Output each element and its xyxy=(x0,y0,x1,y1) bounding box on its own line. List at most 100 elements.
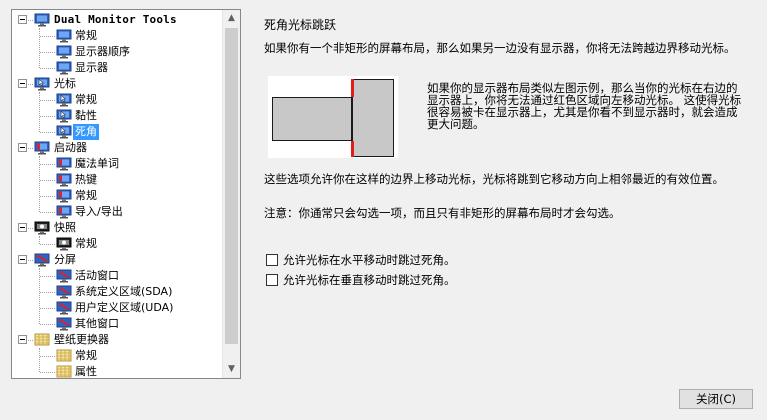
monitor-icon xyxy=(56,61,72,75)
tree-item[interactable]: 常规 xyxy=(12,28,225,44)
tree-category[interactable]: Dual Monitor Tools xyxy=(12,12,225,28)
tree-item[interactable]: 系统定义区域(SDA) xyxy=(12,284,225,300)
cursor-monitor-icon xyxy=(56,125,72,139)
tree-item-label[interactable]: 活动窗口 xyxy=(73,268,121,284)
tree-connector xyxy=(40,164,55,165)
scroll-thumb[interactable] xyxy=(225,28,238,344)
tree-item-label[interactable]: 壁纸更换器 xyxy=(52,332,111,348)
left-monitor-shape xyxy=(272,97,352,141)
tree-connector xyxy=(40,180,55,181)
tree-item[interactable]: 常规 xyxy=(12,188,225,204)
options-explanation-text: 这些选项允许你在这样的边界上移动光标，光标将跳到它移动方向上相邻最近的有效位置。 xyxy=(264,172,724,186)
description-text: 如果你有一个非矩形的屏幕布局，那么如果另一边没有显示器，你将无法跨越边界移动光标… xyxy=(264,41,736,55)
tree-category[interactable]: 分屏 xyxy=(12,252,225,268)
tree-connector xyxy=(28,340,33,341)
tree-connector xyxy=(40,52,55,53)
tree-item[interactable]: 属性 xyxy=(12,364,225,378)
tree-connector xyxy=(40,36,55,37)
tree-connector xyxy=(40,372,55,373)
collapse-toggle-icon[interactable] xyxy=(18,15,27,24)
tree-connector xyxy=(40,244,55,245)
tree-item-label[interactable]: 常规 xyxy=(73,348,99,364)
tree-item[interactable]: 导入/导出 xyxy=(12,204,225,220)
tree-category[interactable]: 快照 xyxy=(12,220,225,236)
tree-item-label[interactable]: 分屏 xyxy=(52,252,78,268)
tree-item[interactable]: 常规 xyxy=(12,92,225,108)
tree-category[interactable]: 启动器 xyxy=(12,140,225,156)
collapse-toggle-icon[interactable] xyxy=(18,223,27,232)
tree-item-label[interactable]: 启动器 xyxy=(52,140,89,156)
tree-item-label[interactable]: 常规 xyxy=(73,28,99,44)
collapse-toggle-icon[interactable] xyxy=(18,143,27,152)
diagram-explanation-text: 如果你的显示器布局类似左图示例，那么当你的光标在右边的显示器上，你将无法通过红色… xyxy=(427,81,742,131)
scroll-up-arrow-icon[interactable]: ▲ xyxy=(223,10,240,27)
tree-item-label[interactable]: 黏性 xyxy=(73,108,99,124)
tree-item[interactable]: 死角 xyxy=(12,124,225,140)
tree-rows: Dual Monitor Tools 常规 显示器顺序 显示器 光标 常规 黏性 死角 启动器魔… xyxy=(12,10,223,378)
tree-connector xyxy=(40,276,55,277)
split-monitor-icon xyxy=(56,317,72,331)
tree-connector xyxy=(40,356,55,357)
tree-item-label[interactable]: 导入/导出 xyxy=(73,204,125,220)
tree-item[interactable]: 常规 xyxy=(12,236,225,252)
tree-connector xyxy=(40,100,55,101)
tree-item-label[interactable]: 常规 xyxy=(73,188,99,204)
cursor-monitor-icon xyxy=(56,109,72,123)
tree-item-label[interactable]: 热键 xyxy=(73,172,99,188)
tree-item[interactable]: 活动窗口 xyxy=(12,268,225,284)
tree-item[interactable]: 黏性 xyxy=(12,108,225,124)
checkbox-label[interactable]: 允许光标在垂直移动时跳过死角。 xyxy=(283,273,456,287)
tree-connector xyxy=(40,132,55,133)
camera-monitor-icon xyxy=(34,221,50,235)
tree-item[interactable]: 常规 xyxy=(12,348,225,364)
tree-connector xyxy=(28,148,33,149)
checkbox-label[interactable]: 允许光标在水平移动时跳过死角。 xyxy=(283,253,456,267)
tree-item-label[interactable]: 显示器 xyxy=(73,60,110,76)
tree-item-label[interactable]: 常规 xyxy=(73,92,99,108)
split-monitor-icon xyxy=(56,285,72,299)
settings-tree[interactable]: Dual Monitor Tools 常规 显示器顺序 显示器 光标 常规 黏性 死角 启动器魔… xyxy=(11,9,241,379)
collapse-toggle-icon[interactable] xyxy=(18,255,27,264)
dead-zone-top-marker xyxy=(351,79,354,97)
monitor-icon xyxy=(56,45,72,59)
tree-scrollbar[interactable]: ▲ ▼ xyxy=(222,10,240,378)
tree-item-label[interactable]: 魔法单词 xyxy=(73,156,121,172)
tree-item-label[interactable]: 属性 xyxy=(73,364,99,378)
checkbox-box[interactable] xyxy=(266,254,278,266)
collapse-toggle-icon[interactable] xyxy=(18,79,27,88)
scroll-down-arrow-icon[interactable]: ▼ xyxy=(223,361,240,378)
camera-monitor-icon xyxy=(56,237,72,251)
collapse-toggle-icon[interactable] xyxy=(18,335,27,344)
tree-item[interactable]: 用户定义区域(UDA) xyxy=(12,300,225,316)
tree-item[interactable]: 其他窗口 xyxy=(12,316,225,332)
tree-item-label[interactable]: Dual Monitor Tools xyxy=(52,12,179,28)
tree-connector xyxy=(28,260,33,261)
wallpaper-icon xyxy=(34,333,50,347)
close-button[interactable]: 关闭(C) xyxy=(679,389,753,409)
launcher-monitor-icon xyxy=(56,189,72,203)
tree-item[interactable]: 魔法单词 xyxy=(12,156,225,172)
tree-item[interactable]: 显示器顺序 xyxy=(12,44,225,60)
tree-item-label[interactable]: 显示器顺序 xyxy=(73,44,132,60)
checkbox-box[interactable] xyxy=(266,274,278,286)
tree-item-label[interactable]: 光标 xyxy=(52,76,78,92)
tree-connector xyxy=(40,68,55,69)
dead-zone-bottom-marker xyxy=(351,141,354,157)
right-monitor-shape xyxy=(352,79,394,157)
tree-connector xyxy=(40,324,55,325)
tree-item-label[interactable]: 常规 xyxy=(73,236,99,252)
tree-item[interactable]: 热键 xyxy=(12,172,225,188)
monitor-icon xyxy=(34,13,50,27)
tree-item[interactable]: 显示器 xyxy=(12,60,225,76)
tree-category[interactable]: 光标 xyxy=(12,76,225,92)
tree-category[interactable]: 壁纸更换器 xyxy=(12,332,225,348)
dead-corner-diagram xyxy=(268,76,398,158)
tree-connector xyxy=(28,20,33,21)
note-text: 注意：你通常只会勾选一项，而且只有非矩形的屏幕布局时才会勾选。 xyxy=(264,206,621,220)
tree-item-label[interactable]: 系统定义区域(SDA) xyxy=(73,284,174,300)
tree-item-label[interactable]: 死角 xyxy=(73,124,99,140)
wallpaper-icon xyxy=(56,365,72,378)
tree-item-label[interactable]: 其他窗口 xyxy=(73,316,121,332)
tree-item-label[interactable]: 快照 xyxy=(52,220,78,236)
tree-item-label[interactable]: 用户定义区域(UDA) xyxy=(73,300,175,316)
